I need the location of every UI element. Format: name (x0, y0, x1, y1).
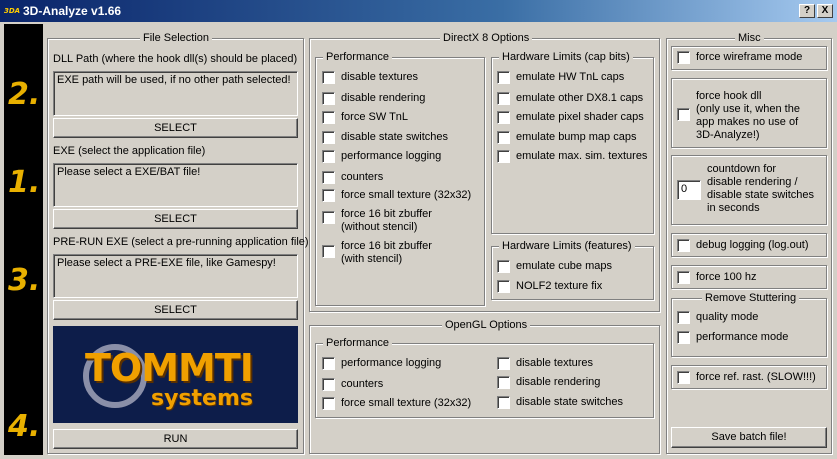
prerun-select-button[interactable]: SELECT (53, 300, 298, 320)
tommti-logo: TOMMTI systems (53, 326, 298, 423)
dll-select-button[interactable]: SELECT (53, 118, 298, 138)
debug-logging-option[interactable]: debug logging (log.out) (677, 239, 809, 252)
gl-disable-textures-option[interactable]: disable textures (497, 357, 593, 370)
force-100hz-option[interactable]: force 100 hz (677, 271, 757, 284)
dx-disable-textures-option[interactable]: disable textures (322, 71, 418, 84)
gl-disable-rendering-option[interactable]: disable rendering (497, 376, 600, 389)
opengl-title: OpenGL Options (442, 319, 531, 332)
countdown-label: countdown for disable rendering / disabl… (707, 163, 814, 214)
save-batch-button[interactable]: Save batch file! (671, 427, 827, 448)
gl-disable-rendering-checkbox[interactable] (497, 376, 510, 389)
quality-mode-option[interactable]: quality mode (677, 311, 758, 324)
dx-disable-state-switches-checkbox[interactable] (322, 131, 335, 144)
dx-emulate-cube-maps-checkbox[interactable] (497, 260, 510, 273)
force-hook-option[interactable] (677, 108, 690, 121)
gl-force-small-texture-checkbox[interactable] (322, 397, 335, 410)
step-number-4: 4. (8, 409, 41, 444)
force-hook-label: force hook dll (only use it, when the ap… (696, 90, 800, 141)
debug-logging-checkbox[interactable] (677, 239, 690, 252)
force-100hz-checkbox[interactable] (677, 271, 690, 284)
dx-disable-rendering-option[interactable]: disable rendering (322, 92, 425, 105)
dx-zbuffer-no-stencil-checkbox[interactable] (322, 211, 335, 224)
dx-emulate-bump-map-option[interactable]: emulate bump map caps (497, 131, 636, 144)
close-button[interactable]: X (817, 4, 833, 18)
help-button[interactable]: ? (799, 4, 815, 18)
dx-zbuffer-no-stencil-option[interactable]: force 16 bit zbuffer (without stencil) (322, 208, 432, 237)
dx-performance-logging-option[interactable]: performance logging (322, 150, 441, 163)
dx-disable-rendering-checkbox[interactable] (322, 92, 335, 105)
dx-emulate-dx81-option[interactable]: emulate other DX8.1 caps (497, 92, 643, 105)
exe-field[interactable]: Please select a EXE/BAT file! (53, 163, 298, 207)
dx-emulate-hw-tnl-option[interactable]: emulate HW TnL caps (497, 71, 624, 84)
gl-counters-option[interactable]: counters (322, 378, 383, 391)
countdown-input[interactable]: 0 (677, 180, 701, 200)
step-number-1: 1. (8, 165, 41, 200)
dx-performance-logging-checkbox[interactable] (322, 150, 335, 163)
remove-stuttering-group (671, 298, 827, 357)
force-hook-checkbox[interactable] (677, 108, 690, 121)
dx-disable-state-switches-option[interactable]: disable state switches (322, 131, 448, 144)
dx-force-small-texture-option[interactable]: force small texture (32x32) (322, 189, 471, 202)
step-number-3: 3. (8, 263, 41, 298)
dx-emulate-max-textures-checkbox[interactable] (497, 150, 510, 163)
prerun-label: PRE-RUN EXE (select a pre-running applic… (53, 236, 309, 248)
dx-nolf2-fix-option[interactable]: NOLF2 texture fix (497, 280, 602, 293)
app-icon: 3DA (4, 7, 21, 15)
dll-path-label: DLL Path (where the hook dll(s) should b… (53, 53, 298, 65)
directx-title: DirectX 8 Options (440, 32, 533, 45)
gl-performance-logging-checkbox[interactable] (322, 357, 335, 370)
gl-disable-state-switches-checkbox[interactable] (497, 396, 510, 409)
dx-emulate-pixel-shader-option[interactable]: emulate pixel shader caps (497, 111, 644, 124)
step-number-2: 2. (8, 77, 41, 112)
run-button[interactable]: RUN (53, 429, 298, 449)
file-selection-title: File Selection (140, 32, 213, 45)
force-ref-rast-checkbox[interactable] (677, 371, 690, 384)
dx-nolf2-fix-checkbox[interactable] (497, 280, 510, 293)
exe-label: EXE (select the application file) (53, 145, 206, 157)
force-wireframe-checkbox[interactable] (677, 51, 690, 64)
gl-force-small-texture-option[interactable]: force small texture (32x32) (322, 397, 471, 410)
dx-performance-title: Performance (323, 51, 392, 64)
force-wireframe-option[interactable]: force wireframe mode (677, 51, 802, 64)
dx-emulate-bump-map-checkbox[interactable] (497, 131, 510, 144)
dx-force-small-texture-checkbox[interactable] (322, 189, 335, 202)
force-ref-rast-option[interactable]: force ref. rast. (SLOW!!!) (677, 371, 816, 384)
dll-path-field[interactable]: EXE path will be used, if no other path … (53, 71, 298, 116)
gl-performance-logging-option[interactable]: performance logging (322, 357, 441, 370)
exe-select-button[interactable]: SELECT (53, 209, 298, 229)
gl-counters-checkbox[interactable] (322, 378, 335, 391)
title-bar (0, 0, 837, 22)
gl-disable-state-switches-option[interactable]: disable state switches (497, 396, 623, 409)
misc-title: Misc (735, 32, 764, 45)
dx-emulate-dx81-checkbox[interactable] (497, 92, 510, 105)
dx-emulate-pixel-shader-checkbox[interactable] (497, 111, 510, 124)
remove-stuttering-title: Remove Stuttering (702, 292, 800, 305)
dx-force-sw-tnl-checkbox[interactable] (322, 111, 335, 124)
dx-counters-option[interactable]: counters (322, 171, 383, 184)
dx-features-title: Hardware Limits (features) (499, 240, 635, 253)
logo-main-text: TOMMTI (85, 346, 254, 390)
performance-mode-option[interactable]: performance mode (677, 331, 788, 344)
dx-disable-textures-checkbox[interactable] (322, 71, 335, 84)
window-title: 3D-Analyze v1.66 (23, 4, 122, 18)
gl-disable-textures-checkbox[interactable] (497, 357, 510, 370)
dx-force-sw-tnl-option[interactable]: force SW TnL (322, 111, 408, 124)
dx-zbuffer-stencil-option[interactable]: force 16 bit zbuffer (with stencil) (322, 240, 432, 271)
dx-emulate-hw-tnl-checkbox[interactable] (497, 71, 510, 84)
dx-counters-checkbox[interactable] (322, 171, 335, 184)
dx-zbuffer-stencil-checkbox[interactable] (322, 245, 335, 258)
dx-emulate-cube-maps-option[interactable]: emulate cube maps (497, 260, 612, 273)
dx-caps-title: Hardware Limits (cap bits) (499, 51, 633, 64)
dx-emulate-max-textures-option[interactable]: emulate max. sim. textures (497, 150, 647, 163)
quality-mode-checkbox[interactable] (677, 311, 690, 324)
logo-sub-text: systems (151, 386, 253, 411)
gl-performance-title: Performance (323, 337, 392, 350)
performance-mode-checkbox[interactable] (677, 331, 690, 344)
prerun-field[interactable]: Please select a PRE-EXE file, like Games… (53, 254, 298, 298)
